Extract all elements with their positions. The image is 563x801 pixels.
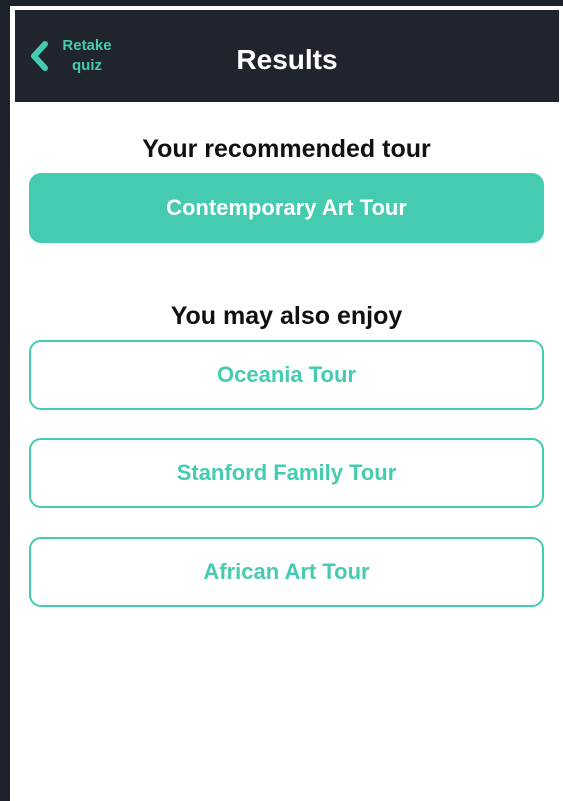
tour-button-oceania[interactable]: Oceania Tour bbox=[29, 340, 544, 410]
recommended-heading: Your recommended tour bbox=[142, 135, 431, 163]
also-enjoy-heading: You may also enjoy bbox=[170, 302, 403, 330]
tour-button-african-art[interactable]: African Art Tour bbox=[29, 537, 544, 607]
header-bar: Retake quiz Results bbox=[15, 10, 559, 102]
recommended-tour-button[interactable]: Contemporary Art Tour bbox=[29, 173, 544, 243]
tour-button-stanford-family[interactable]: Stanford Family Tour bbox=[29, 438, 544, 508]
page-title: Results bbox=[236, 44, 338, 75]
results-screen: Retake quiz Results Your recommended tou… bbox=[10, 6, 563, 801]
